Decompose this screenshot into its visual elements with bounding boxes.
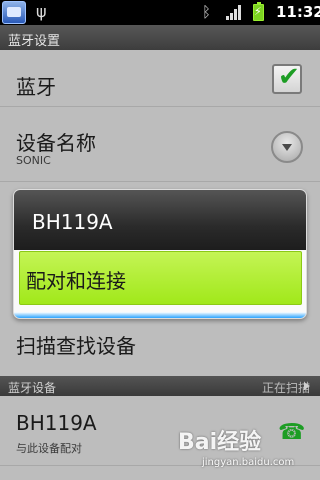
watermark-url: jingyan.baidu.com <box>202 457 295 468</box>
signal-icon <box>226 5 242 20</box>
bluetooth-toggle-label: 蓝牙 <box>16 75 56 99</box>
device-name-label: 设备名称 <box>16 131 96 155</box>
section-title: 蓝牙设备 <box>8 381 57 395</box>
bluetooth-icon: ᛒ <box>202 3 212 21</box>
notification-app-icon[interactable] <box>2 1 26 24</box>
page-title: 蓝牙设置 <box>0 25 320 50</box>
status-time: 11:32 <box>276 3 320 21</box>
context-menu-header: BH119A <box>14 190 306 250</box>
scan-devices-label: 扫描查找设备 <box>16 334 136 358</box>
pair-and-connect-menu-item[interactable]: 配对和连接 <box>19 251 302 305</box>
usb-icon: ψ <box>36 2 47 21</box>
bluetooth-settings-screen: ψ ᛒ 11:32 蓝牙设置 蓝牙 ✔ 设备名称 SONIC 扫描查找设备 蓝牙… <box>0 0 320 480</box>
device-name-value: SONIC <box>16 154 51 167</box>
watermark: Bai经验 jingyan.baidu.com <box>178 424 298 476</box>
context-menu-title: BH119A <box>32 210 113 234</box>
scan-devices-row[interactable]: 扫描查找设备 <box>0 318 320 376</box>
pair-and-connect-label: 配对和连接 <box>26 269 126 293</box>
progress-arrow-icon <box>304 382 310 390</box>
battery-charging-icon <box>253 2 264 21</box>
device-name: BH119A <box>16 411 97 435</box>
checkmark-icon: ✔ <box>278 62 300 92</box>
device-name-dropdown-button[interactable] <box>271 131 303 163</box>
watermark-logo: Bai经验 <box>178 430 262 455</box>
menu-bottom-edge <box>14 312 306 318</box>
scan-status: 正在扫描 <box>262 381 311 395</box>
bluetooth-devices-section-header: 蓝牙设备 正在扫描 <box>0 376 320 396</box>
status-bar: ψ ᛒ 11:32 <box>0 0 320 25</box>
bluetooth-checkbox[interactable]: ✔ <box>272 62 302 94</box>
device-status: 与此设备配对 <box>16 442 82 455</box>
context-menu: BH119A 配对和连接 <box>13 189 307 319</box>
